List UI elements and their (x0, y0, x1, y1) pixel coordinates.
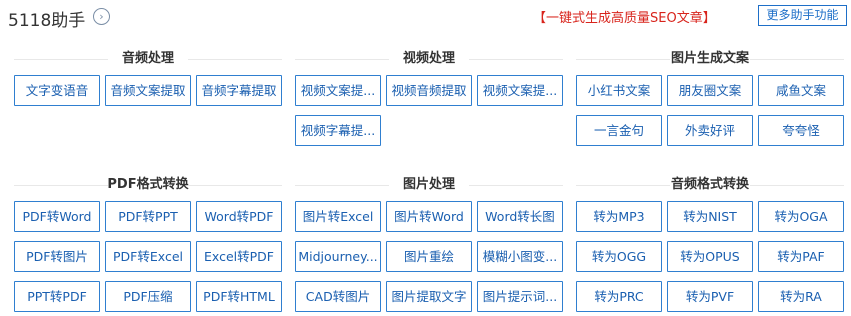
tool-button[interactable]: Word转PDF (196, 201, 282, 232)
seo-article-promo-link[interactable]: 【一键式生成高质量SEO文章】 (533, 7, 716, 26)
section-title: PDF格式转换 (14, 176, 282, 194)
tool-button[interactable]: 文字变语音 (14, 75, 100, 106)
tool-button[interactable]: 图片转Excel (295, 201, 381, 232)
more-features-button[interactable]: 更多助手功能 (758, 5, 847, 26)
tool-button[interactable]: 图片提示词... (477, 281, 563, 312)
tool-grid: 视频文案提... 视频音频提取 视频文案提... 视频字幕提... (295, 75, 563, 146)
tool-button[interactable]: 转为MP3 (576, 201, 662, 232)
tool-button[interactable]: Midjourney... (295, 241, 381, 272)
tool-button[interactable]: 夸夸怪 (758, 115, 844, 146)
tool-button[interactable]: 视频文案提... (295, 75, 381, 106)
section-title: 图片处理 (295, 176, 563, 194)
tool-button[interactable]: 图片转Word (386, 201, 472, 232)
tool-button[interactable]: PDF转Excel (105, 241, 191, 272)
tool-button[interactable]: 音频字幕提取 (196, 75, 282, 106)
tool-button[interactable]: PDF转PPT (105, 201, 191, 232)
header: 5118助手 › 【一键式生成高质量SEO文章】 更多助手功能 (0, 0, 851, 34)
tool-button[interactable]: 转为OGA (758, 201, 844, 232)
section-title: 图片生成文案 (576, 50, 844, 68)
tool-button[interactable]: 视频字幕提... (295, 115, 381, 146)
tool-grid: 图片转Excel 图片转Word Word转长图 Midjourney... 图… (295, 201, 563, 312)
tool-button[interactable]: PDF转图片 (14, 241, 100, 272)
section-title: 视频处理 (295, 50, 563, 68)
tool-button[interactable]: CAD转图片 (295, 281, 381, 312)
tool-button[interactable]: 外卖好评 (667, 115, 753, 146)
tool-button[interactable]: PDF转HTML (196, 281, 282, 312)
tool-button[interactable]: 转为PAF (758, 241, 844, 272)
chevron-right-circle-icon[interactable]: › (93, 8, 110, 25)
tool-button[interactable]: 图片提取文字 (386, 281, 472, 312)
tool-button[interactable]: 小红书文案 (576, 75, 662, 106)
tool-button[interactable]: 视频音频提取 (386, 75, 472, 106)
tool-button[interactable]: 转为PRC (576, 281, 662, 312)
tool-button[interactable]: 转为NIST (667, 201, 753, 232)
tool-button[interactable]: 朋友圈文案 (667, 75, 753, 106)
tool-button[interactable]: 一言金句 (576, 115, 662, 146)
section-title: 音频格式转换 (576, 176, 844, 194)
tool-button[interactable]: PDF转Word (14, 201, 100, 232)
tool-button[interactable]: PDF压缩 (105, 281, 191, 312)
brand-title: 5118助手 (8, 11, 86, 31)
tool-grid: 文字变语音 音频文案提取 音频字幕提取 (14, 75, 282, 106)
tool-button[interactable]: 转为OGG (576, 241, 662, 272)
tool-button[interactable]: 图片重绘 (386, 241, 472, 272)
tool-button[interactable]: 咸鱼文案 (758, 75, 844, 106)
tool-grid: 转为MP3 转为NIST 转为OGA 转为OGG 转为OPUS 转为PAF 转为… (576, 201, 844, 312)
tool-grid: 小红书文案 朋友圈文案 咸鱼文案 一言金句 外卖好评 夸夸怪 (576, 75, 844, 146)
tool-button[interactable]: Excel转PDF (196, 241, 282, 272)
tool-button[interactable]: 模糊小图变... (477, 241, 563, 272)
tool-button[interactable]: 转为OPUS (667, 241, 753, 272)
tool-button[interactable]: Word转长图 (477, 201, 563, 232)
tool-button[interactable]: 转为PVF (667, 281, 753, 312)
tool-grid: PDF转Word PDF转PPT Word转PDF PDF转图片 PDF转Exc… (14, 201, 282, 312)
tool-button[interactable]: 转为RA (758, 281, 844, 312)
section-title: 音频处理 (14, 50, 282, 68)
tool-button[interactable]: 视频文案提... (477, 75, 563, 106)
tool-button[interactable]: 音频文案提取 (105, 75, 191, 106)
tool-button[interactable]: PPT转PDF (14, 281, 100, 312)
